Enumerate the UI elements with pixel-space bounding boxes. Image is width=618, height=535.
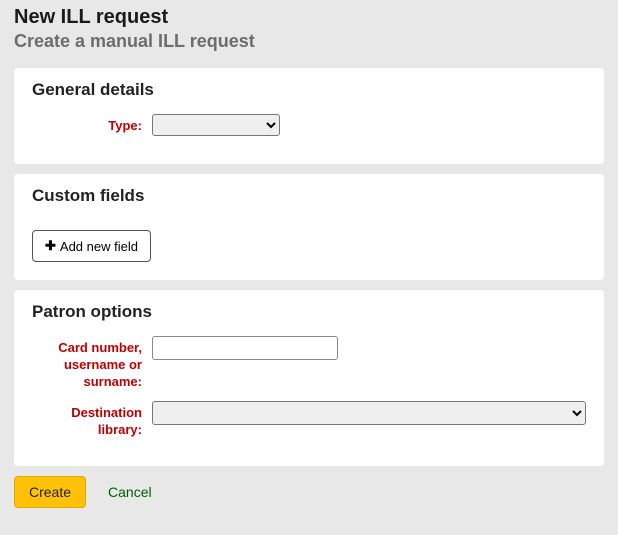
card-number-input[interactable] xyxy=(152,336,338,360)
type-label: Type: xyxy=(32,114,152,135)
patron-options-heading: Patron options xyxy=(32,302,586,322)
general-details-heading: General details xyxy=(32,80,586,100)
add-new-field-button[interactable]: ✚ Add new field xyxy=(32,230,151,262)
card-number-label: Card number, username or surname: xyxy=(32,336,152,391)
page-title: New ILL request xyxy=(14,6,604,29)
plus-icon: ✚ xyxy=(45,238,56,254)
patron-options-panel: Patron options Card number, username or … xyxy=(14,290,604,466)
general-details-panel: General details Type: xyxy=(14,68,604,164)
destination-library-label: Destination library: xyxy=(32,401,152,439)
custom-fields-panel: Custom fields ✚ Add new field xyxy=(14,174,604,280)
custom-fields-heading: Custom fields xyxy=(32,186,586,206)
page-subtitle: Create a manual ILL request xyxy=(14,31,604,52)
cancel-link[interactable]: Cancel xyxy=(108,484,152,500)
destination-library-select[interactable] xyxy=(152,401,586,425)
create-button[interactable]: Create xyxy=(14,476,86,508)
form-actions: Create Cancel xyxy=(14,476,604,508)
type-select[interactable] xyxy=(152,114,280,136)
add-new-field-label: Add new field xyxy=(60,239,138,254)
